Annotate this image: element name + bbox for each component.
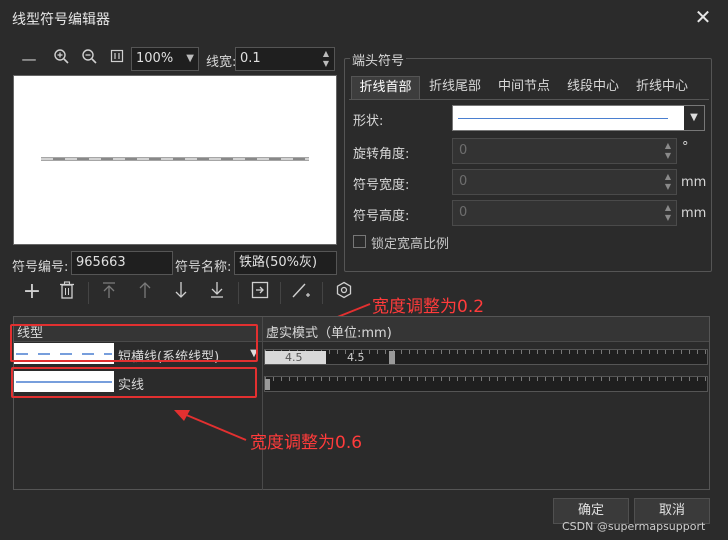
arrow-tabs: 折线首部 折线尾部 中间节点 线段中心 折线中心: [349, 76, 709, 100]
minus-icon[interactable]: —: [18, 48, 40, 70]
dash-pattern-ruler[interactable]: 4.5 4.5: [264, 349, 708, 365]
zoom-select[interactable]: 100% ▼: [131, 47, 199, 71]
rotation-unit: °: [682, 140, 689, 155]
spin-down-icon[interactable]: ▼: [662, 151, 674, 161]
actual-size-icon[interactable]: [106, 48, 128, 70]
symbol-name-input[interactable]: 铁路(50%灰): [234, 251, 337, 275]
rotation-value: 0: [459, 143, 468, 158]
dash-length-a: 4.5: [285, 351, 303, 364]
symbol-width-input[interactable]: 0 ▲ ▼: [452, 169, 677, 195]
zoom-value: 100%: [136, 51, 174, 66]
line-width-input[interactable]: 0.1 ▲ ▼: [235, 47, 335, 71]
lock-ratio-checkbox[interactable]: [353, 235, 366, 248]
tab-polyline-end[interactable]: 折线尾部: [421, 76, 489, 100]
spin-up-icon[interactable]: ▲: [662, 172, 674, 182]
move-bottom-icon[interactable]: [206, 281, 228, 303]
chevron-down-icon[interactable]: ▼: [684, 106, 704, 130]
line-width-value: 0.1: [240, 51, 261, 66]
width-unit: mm: [681, 175, 707, 190]
window-title: 线型符号编辑器: [12, 12, 110, 28]
move-up-icon[interactable]: [134, 281, 156, 303]
tab-middle-node[interactable]: 中间节点: [490, 76, 558, 100]
spin-down-icon[interactable]: ▼: [662, 182, 674, 192]
line-width-label: 线宽:: [206, 55, 237, 70]
zoom-out-icon[interactable]: [78, 48, 100, 70]
annotation-top: 宽度调整为0.2: [372, 297, 485, 317]
symbol-width-value: 0: [459, 174, 468, 189]
toolbar-divider: [238, 282, 239, 304]
rotation-label: 旋转角度:: [353, 147, 410, 162]
move-down-icon[interactable]: [170, 281, 192, 303]
zoom-in-icon[interactable]: [50, 48, 72, 70]
spin-down-icon[interactable]: ▼: [662, 213, 674, 223]
rotation-input[interactable]: 0 ▲ ▼: [452, 138, 677, 164]
height-label: 符号高度:: [353, 209, 410, 224]
delete-icon[interactable]: [56, 281, 78, 303]
watermark: CSDN @supermapsupport: [562, 520, 706, 533]
annotation-arrow-bottom: [174, 410, 247, 441]
close-icon[interactable]: ✕: [690, 4, 716, 30]
shape-select[interactable]: ▼: [452, 105, 705, 131]
highlight-row-2: [11, 367, 257, 398]
symbol-id-input[interactable]: 965663: [71, 251, 173, 275]
symbol-height-value: 0: [459, 205, 468, 220]
symbol-name-label: 符号名称:: [175, 260, 232, 275]
symbol-preview: [13, 75, 337, 245]
tab-polyline-start[interactable]: 折线首部: [351, 76, 420, 100]
spin-up-icon[interactable]: ▲: [320, 49, 332, 59]
symbol-id-label: 符号编号:: [12, 260, 69, 275]
preview-line: [41, 157, 309, 161]
col-dash-header: 虚实模式（单位:mm): [266, 326, 392, 341]
toolbar-divider: [88, 282, 89, 304]
dash-pattern-ruler[interactable]: [264, 376, 708, 392]
spin-up-icon[interactable]: ▲: [662, 203, 674, 213]
lock-ratio-label: 锁定宽高比例: [371, 237, 450, 252]
ruler-ticks: [265, 377, 707, 391]
arrow-group-title: 端头符号: [350, 50, 407, 69]
add-icon[interactable]: +: [21, 281, 43, 303]
ruler-ticks: [265, 350, 707, 364]
annotation-bottom: 宽度调整为0.6: [250, 433, 363, 453]
dash-length-b: 4.5: [347, 351, 365, 364]
height-unit: mm: [681, 206, 707, 221]
move-top-icon[interactable]: [98, 281, 120, 303]
symbol-height-input[interactable]: 0 ▲ ▼: [452, 200, 677, 226]
spin-down-icon[interactable]: ▼: [320, 59, 332, 69]
chevron-down-icon: ▼: [186, 53, 194, 64]
shape-line-preview: [458, 118, 668, 119]
spin-up-icon[interactable]: ▲: [662, 141, 674, 151]
shape-label: 形状:: [353, 114, 384, 129]
grid-column-divider: [262, 317, 263, 490]
tab-segment-center[interactable]: 线段中心: [559, 76, 627, 100]
tab-underline: [349, 99, 709, 100]
tab-polyline-center[interactable]: 折线中心: [628, 76, 696, 100]
highlight-row-1: [10, 324, 258, 362]
width-label: 符号宽度:: [353, 178, 410, 193]
